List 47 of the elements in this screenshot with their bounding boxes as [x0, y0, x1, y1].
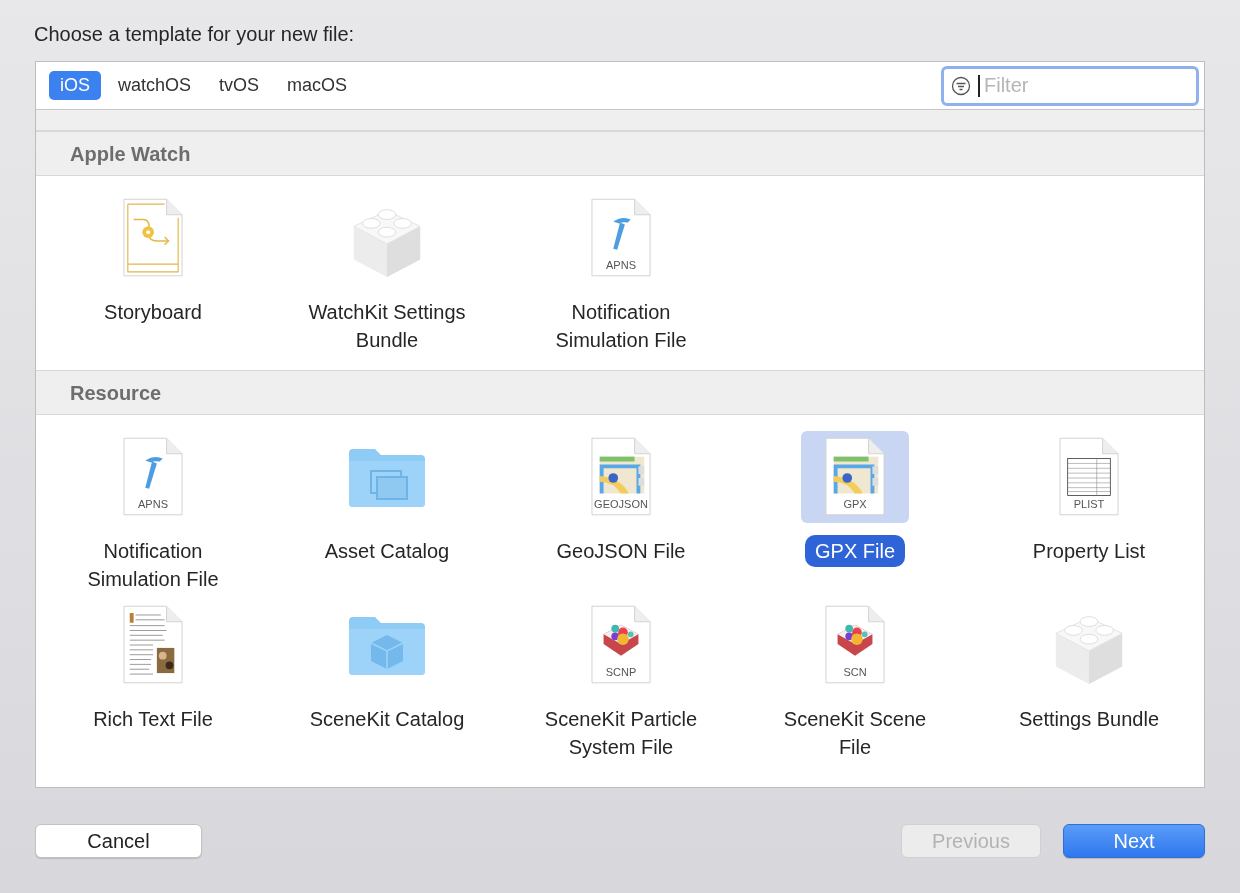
- template-icon-tile[interactable]: PLIST: [1035, 431, 1143, 523]
- platform-tab[interactable]: macOS: [276, 71, 359, 100]
- map-file-icon: [590, 437, 652, 517]
- template-name[interactable]: SceneKit Catalog: [299, 705, 475, 733]
- dialog-prompt: Choose a template for your new file:: [34, 22, 356, 47]
- template-name[interactable]: Rich Text File: [83, 705, 223, 733]
- template-name[interactable]: Notification Simulation File: [526, 298, 716, 354]
- table-file-icon: [1058, 437, 1120, 517]
- filter-field[interactable]: Filter: [941, 65, 1199, 106]
- file-type-label: SCNP: [604, 666, 638, 679]
- template-name[interactable]: Asset Catalog: [314, 537, 460, 565]
- map-file-icon: [824, 437, 886, 517]
- template-icon-tile[interactable]: APNS: [99, 431, 207, 523]
- template-name[interactable]: Property List: [1022, 537, 1156, 565]
- text-cursor: [978, 74, 980, 97]
- section-header: Apple Watch: [70, 141, 191, 166]
- file-type-label: GPX: [842, 498, 868, 511]
- file-type-label: APNS: [137, 498, 169, 511]
- template-icon-tile[interactable]: APNS: [567, 192, 675, 284]
- file-type-label: SCN: [842, 666, 868, 679]
- filter-icon: [951, 75, 971, 96]
- platform-tab[interactable]: tvOS: [208, 71, 271, 100]
- hammer-file-icon: [590, 198, 652, 278]
- template-name[interactable]: WatchKit Settings Bundle: [292, 298, 482, 354]
- template-icon-tile[interactable]: GEOJSON: [567, 431, 675, 523]
- platform-tab[interactable]: watchOS: [107, 71, 203, 100]
- template-name[interactable]: SceneKit Particle System File: [526, 705, 716, 761]
- dialog-button[interactable]: Cancel: [35, 824, 202, 858]
- file-type-label: GEOJSON: [593, 498, 649, 511]
- storyboard-file-icon: [122, 198, 184, 278]
- template-icon-tile[interactable]: SCNP: [567, 599, 675, 691]
- template-name[interactable]: GPX File: [805, 535, 905, 567]
- template-name[interactable]: Notification Simulation File: [58, 537, 248, 593]
- text-document-icon: [122, 605, 184, 685]
- file-type-label: APNS: [605, 259, 637, 272]
- platform-tab[interactable]: iOS: [49, 71, 101, 100]
- template-name[interactable]: SceneKit Scene File: [760, 705, 950, 761]
- scene-file-icon: [824, 605, 886, 685]
- hammer-file-icon: [122, 437, 184, 517]
- section-header: Resource: [70, 380, 162, 405]
- template-icon-tile[interactable]: SCN: [801, 599, 909, 691]
- template-name[interactable]: Settings Bundle: [1008, 705, 1170, 733]
- template-name[interactable]: Storyboard: [94, 298, 212, 326]
- file-type-label: PLIST: [1072, 498, 1106, 511]
- template-icon-tile[interactable]: GPX: [801, 431, 909, 523]
- template-name[interactable]: GeoJSON File: [546, 537, 696, 565]
- scene-file-icon: [590, 605, 652, 685]
